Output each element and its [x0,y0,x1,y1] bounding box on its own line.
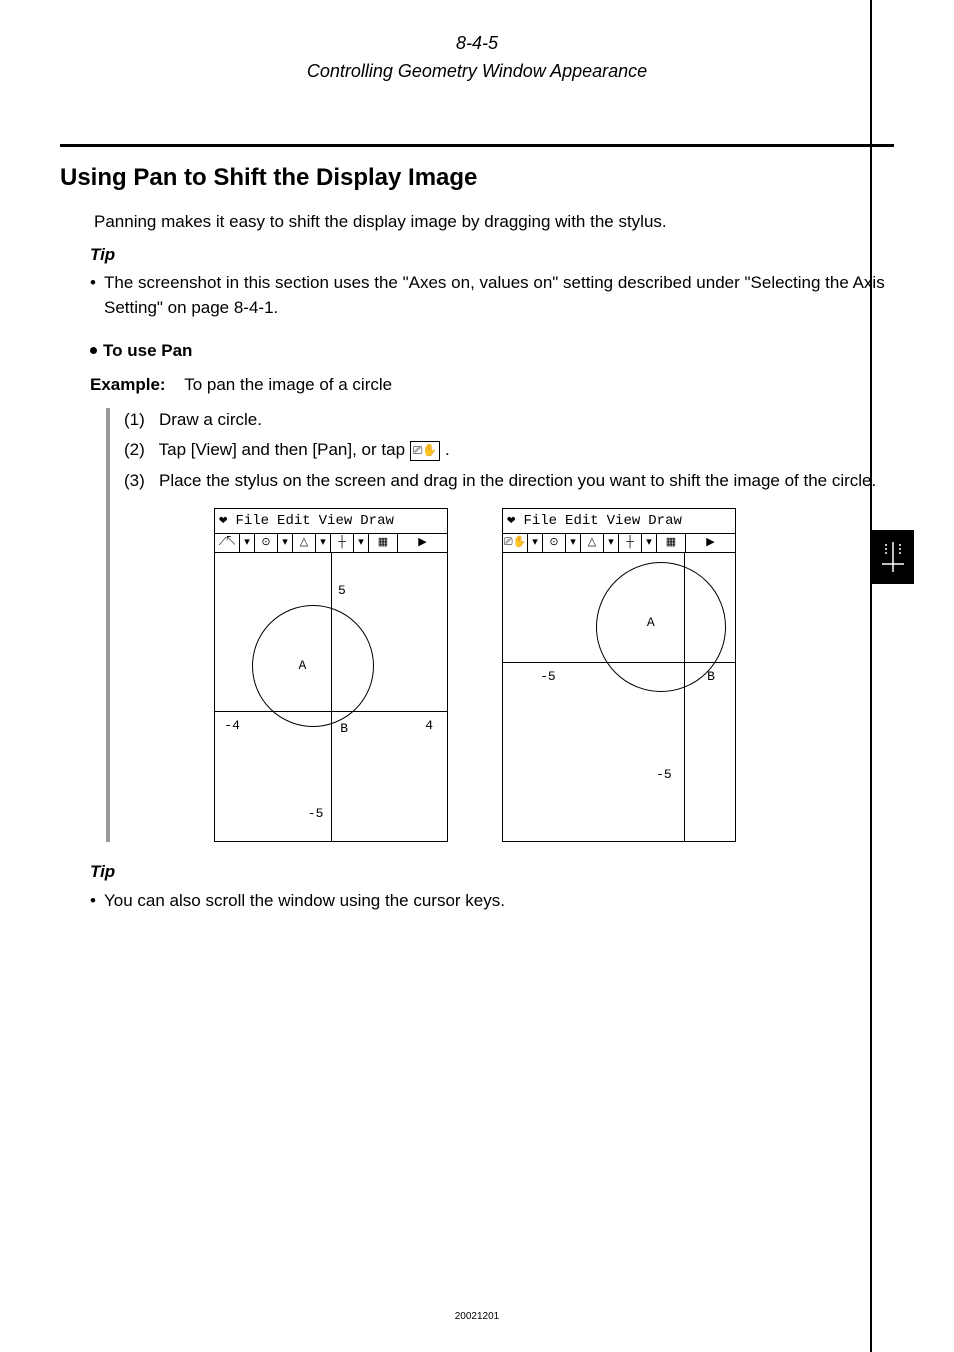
calc1-canvas: 5 4 -4 -5 A B [215,553,447,841]
bullet-icon: • [90,271,104,320]
menu-view: View [607,511,641,531]
tip-2-text: You can also scroll the window using the… [104,889,505,914]
menu-draw: Draw [648,511,682,531]
step-2-num: (2) [124,440,145,459]
tool-pan-icon: ⎚✋ [503,534,528,552]
divider [60,144,894,147]
tip-1: • The screenshot in this section uses th… [90,271,894,320]
checkmark-icon: ❤ [219,511,227,531]
dropdown-icon: ▾ [240,534,255,552]
tool-triangle-icon: △ [293,534,316,552]
page-heading: Using Pan to Shift the Display Image [60,161,894,196]
menu-edit: Edit [277,511,311,531]
example-label: Example: [90,375,166,394]
step-2-post: . [445,440,450,459]
tool-axes-icon: ┼ [331,534,354,552]
subheading: To use Pan [90,339,894,364]
dropdown-icon: ▾ [566,534,581,552]
tick-right: 4 [425,717,433,736]
menu-file: File [235,511,269,531]
menu-file: File [523,511,557,531]
dropdown-icon: ▾ [604,534,619,552]
tip-2: • You can also scroll the window using t… [90,889,894,914]
menu-draw: Draw [360,511,394,531]
tick-left: -4 [224,717,240,736]
step-1-text: Draw a circle. [159,410,262,429]
calc2-canvas: -5 -5 A B [503,553,735,841]
point-a: A [647,614,655,633]
tick-bottom: -5 [656,766,672,785]
tool-select-icon: ⟋↖ [215,534,240,552]
intro-paragraph: Panning makes it easy to shift the displ… [94,210,894,235]
subheading-text: To use Pan [103,341,192,360]
tool-circle-icon: ⊙ [543,534,566,552]
side-tab-icon [880,542,906,572]
tool-triangle-icon: △ [581,534,604,552]
calc2-toolbar: ⎚✋ ▾ ⊙ ▾ △ ▾ ┼ ▾ ▦ ▶ [503,534,735,553]
menu-edit: Edit [565,511,599,531]
step-3-text: Place the stylus on the screen and drag … [159,471,876,490]
tick-left: -5 [540,668,556,687]
section-number: 8-4-5 [60,30,894,56]
checkmark-icon: ❤ [507,511,515,531]
calc-screenshot-2: ❤ File Edit View Draw ⎚✋ ▾ ⊙ ▾ △ ▾ ┼ ▾ ▦… [502,508,736,842]
dropdown-icon: ▾ [528,534,543,552]
tick-top: 5 [338,582,346,601]
page-right-rule [870,0,872,1352]
tool-grid-icon: ▦ [657,534,686,552]
calc1-toolbar: ⟋↖ ▾ ⊙ ▾ △ ▾ ┼ ▾ ▦ ▶ [215,534,447,553]
step-3-num: (3) [124,471,145,490]
step-3: (3) Place the stylus on the screen and d… [124,469,894,494]
pan-icon: ⎚✋ [410,441,441,460]
tip-1-text: The screenshot in this section uses the … [104,271,894,320]
tool-scroll-right-icon: ▶ [686,534,735,552]
calc2-menubar: ❤ File Edit View Draw [503,509,735,534]
steps-block: (1) Draw a circle. (2) Tap [View] and th… [106,408,894,842]
step-2: (2) Tap [View] and then [Pan], or tap ⎚✋… [124,438,894,463]
bullet-icon: • [90,889,104,914]
footer-date: 20021201 [0,1310,954,1325]
step-1-num: (1) [124,410,145,429]
bullet-dot-icon [90,347,97,354]
tool-grid-icon: ▦ [369,534,398,552]
side-tab [872,530,914,584]
tool-axes-icon: ┼ [619,534,642,552]
dropdown-icon: ▾ [316,534,331,552]
example-text: To pan the image of a circle [184,375,392,394]
step-2-pre: Tap [View] and then [Pan], or tap [159,440,410,459]
point-a: A [299,657,307,676]
dropdown-icon: ▾ [278,534,293,552]
tip-label-2: Tip [90,860,894,885]
menu-view: View [319,511,353,531]
tool-circle-icon: ⊙ [255,534,278,552]
calc1-menubar: ❤ File Edit View Draw [215,509,447,534]
calc-screenshot-1: ❤ File Edit View Draw ⟋↖ ▾ ⊙ ▾ △ ▾ ┼ ▾ ▦… [214,508,448,842]
section-title: Controlling Geometry Window Appearance [60,58,894,84]
point-b: B [707,668,715,687]
tool-scroll-right-icon: ▶ [398,534,447,552]
tick-bottom: -5 [308,805,324,824]
dropdown-icon: ▾ [642,534,657,552]
step-1: (1) Draw a circle. [124,408,894,433]
page: 8-4-5 Controlling Geometry Window Appear… [0,0,954,1352]
example-line: Example: To pan the image of a circle [90,373,894,398]
dropdown-icon: ▾ [354,534,369,552]
point-b: B [340,720,348,739]
circle-shape [252,605,374,727]
screenshots-row: ❤ File Edit View Draw ⟋↖ ▾ ⊙ ▾ △ ▾ ┼ ▾ ▦… [214,508,894,842]
tip-label-1: Tip [90,243,894,268]
